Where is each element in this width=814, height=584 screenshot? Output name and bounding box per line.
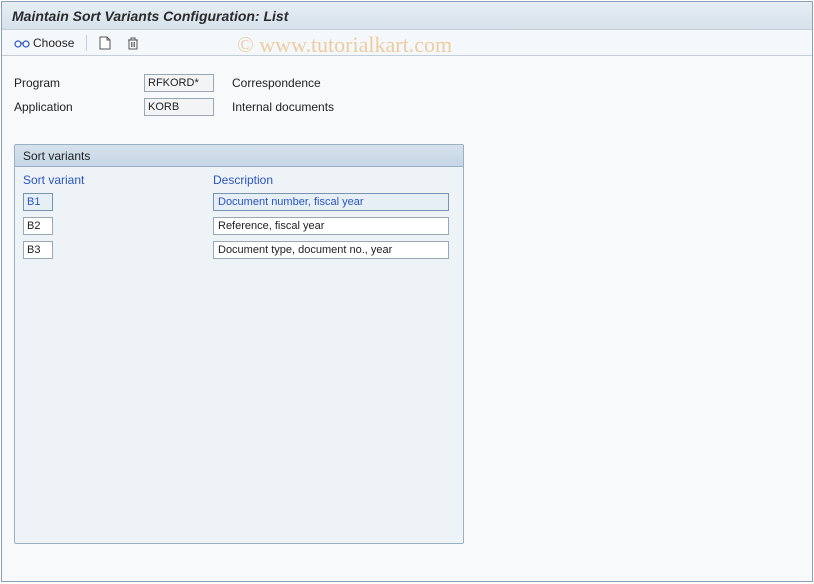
desc-cell[interactable]: Document type, document no., year [213,241,449,259]
delete-button[interactable] [123,34,143,52]
meta-row-application: Application KORB Internal documents [14,96,800,118]
program-desc: Correspondence [232,76,321,90]
trash-icon [127,36,139,50]
table-row[interactable]: B2 Reference, fiscal year [23,215,455,237]
choose-label: Choose [33,36,74,50]
app-window: © www.tutorialkart.com Maintain Sort Var… [1,1,813,582]
sort-variants-panel: Sort variants Sort variant Description B… [14,144,464,544]
application-desc: Internal documents [232,100,334,114]
content-area: Program RFKORD* Correspondence Applicati… [2,56,812,560]
glasses-icon [14,37,30,49]
application-field[interactable]: KORB [144,98,214,116]
titlebar: Maintain Sort Variants Configuration: Li… [2,2,812,30]
create-button[interactable] [95,34,115,52]
col-header-variant: Sort variant [23,173,213,187]
meta-row-program: Program RFKORD* Correspondence [14,72,800,94]
choose-button[interactable]: Choose [10,34,78,52]
program-field[interactable]: RFKORD* [144,74,214,92]
column-headers: Sort variant Description [23,173,455,187]
variant-cell[interactable]: B1 [23,193,53,211]
panel-header: Sort variants [15,145,463,167]
desc-cell[interactable]: Document number, fiscal year [213,193,449,211]
document-icon [99,36,111,50]
variant-cell[interactable]: B3 [23,241,53,259]
toolbar: Choose [2,30,812,56]
page-title: Maintain Sort Variants Configuration: Li… [12,8,288,24]
panel-body: Sort variant Description B1 Document num… [15,167,463,271]
desc-cell[interactable]: Reference, fiscal year [213,217,449,235]
variant-cell[interactable]: B2 [23,217,53,235]
toolbar-separator [86,35,87,51]
table-row[interactable]: B3 Document type, document no., year [23,239,455,261]
program-label: Program [14,76,144,90]
table-row[interactable]: B1 Document number, fiscal year [23,191,455,213]
application-label: Application [14,100,144,114]
col-header-desc: Description [213,173,455,187]
